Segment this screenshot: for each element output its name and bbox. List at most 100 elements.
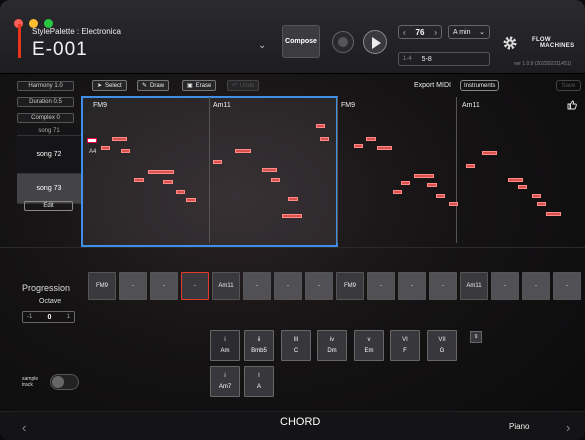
instrument-label: Piano bbox=[509, 422, 530, 431]
key-select[interactable]: A min ⌄ bbox=[448, 25, 490, 39]
midi-note[interactable] bbox=[316, 124, 325, 128]
progression-cell[interactable]: - bbox=[398, 272, 426, 300]
progression-cell[interactable]: - bbox=[522, 272, 550, 300]
midi-note[interactable] bbox=[518, 185, 527, 189]
harmony-param[interactable]: Harmony 1.0 bbox=[17, 81, 74, 91]
chord-degree: i bbox=[224, 373, 226, 379]
chord-pad-button[interactable]: i Am7 bbox=[210, 366, 240, 397]
midi-note[interactable] bbox=[101, 146, 110, 150]
midi-note[interactable] bbox=[366, 137, 376, 141]
chord-name: F bbox=[403, 348, 407, 354]
edit-button[interactable]: Edit bbox=[24, 201, 73, 211]
midi-note[interactable] bbox=[482, 151, 497, 155]
progression-cell[interactable]: - bbox=[429, 272, 457, 300]
chevron-left-icon[interactable]: ‹ bbox=[22, 420, 26, 435]
gear-icon[interactable] bbox=[502, 35, 518, 51]
chord-pad-button[interactable]: iv Dm bbox=[317, 330, 347, 361]
midi-note[interactable] bbox=[112, 137, 127, 141]
progression-cell[interactable]: - bbox=[181, 272, 209, 300]
midi-note[interactable] bbox=[466, 164, 475, 168]
pitch-label: A4 bbox=[89, 149, 97, 155]
style-palette-label: StylePalette : Electronica bbox=[32, 27, 121, 36]
select-tool-button[interactable]: ➤ Select bbox=[92, 80, 127, 91]
midi-note[interactable] bbox=[354, 144, 363, 148]
midi-note[interactable] bbox=[414, 174, 434, 178]
midi-note[interactable] bbox=[235, 149, 251, 153]
sample-track-toggle[interactable] bbox=[50, 374, 79, 390]
midi-note[interactable] bbox=[546, 212, 561, 216]
midi-note[interactable] bbox=[271, 178, 280, 182]
undo-button[interactable]: ↶ Undo bbox=[227, 80, 260, 91]
progression-cell[interactable]: FM9 bbox=[336, 272, 364, 300]
compose-button[interactable]: Compose bbox=[282, 25, 320, 58]
chord-degree: ii bbox=[257, 337, 261, 343]
duration-param[interactable]: Duration 0.5 bbox=[17, 97, 74, 107]
progression-cell[interactable]: - bbox=[491, 272, 519, 300]
midi-note[interactable] bbox=[532, 194, 541, 198]
trash-icon: ▣ bbox=[187, 83, 193, 89]
list-item[interactable]: song 72 bbox=[17, 136, 81, 174]
export-midi-button[interactable]: Export MIDI bbox=[414, 82, 451, 89]
chord-pad-button[interactable]: i Am bbox=[210, 330, 240, 361]
midi-note[interactable] bbox=[320, 137, 329, 141]
midi-note[interactable] bbox=[427, 183, 437, 187]
chord-pad-button[interactable]: ii Bmb5 bbox=[244, 330, 274, 361]
chord-pad-button[interactable]: v Em bbox=[354, 330, 384, 361]
bar-range-selector[interactable]: 1-4 5-8 bbox=[398, 52, 490, 66]
progression-cell[interactable]: - bbox=[305, 272, 333, 300]
record-button[interactable] bbox=[332, 31, 354, 53]
chevron-right-icon[interactable]: › bbox=[566, 420, 570, 435]
current-note-marker[interactable] bbox=[87, 138, 97, 143]
midi-note[interactable] bbox=[377, 146, 392, 150]
complex-param[interactable]: Complex 0 bbox=[17, 113, 74, 123]
progression-cell[interactable]: FM9 bbox=[88, 272, 116, 300]
progression-cell[interactable]: - bbox=[367, 272, 395, 300]
octave-plus[interactable]: 1 bbox=[67, 314, 70, 320]
midi-note[interactable] bbox=[262, 168, 277, 172]
midi-note[interactable] bbox=[121, 149, 130, 153]
progression-cell[interactable]: - bbox=[553, 272, 581, 300]
midi-note[interactable] bbox=[186, 198, 196, 202]
list-item[interactable]: song 73 bbox=[17, 174, 81, 204]
midi-note[interactable] bbox=[163, 180, 173, 184]
progression-cell[interactable]: - bbox=[150, 272, 178, 300]
chevron-down-icon[interactable]: ⌄ bbox=[258, 40, 266, 51]
midi-note[interactable] bbox=[508, 178, 523, 182]
erase-tool-button[interactable]: ▣ Erase bbox=[182, 80, 217, 91]
progression-cell[interactable]: - bbox=[119, 272, 147, 300]
midi-note[interactable] bbox=[176, 190, 185, 194]
draw-tool-button[interactable]: ✎ Draw bbox=[137, 80, 170, 91]
chord-pad-button[interactable]: VI F bbox=[390, 330, 420, 361]
progression-cell[interactable]: Am11 bbox=[212, 272, 240, 300]
midi-note[interactable] bbox=[134, 178, 144, 182]
thumbs-up-icon[interactable] bbox=[567, 100, 577, 110]
chord-pad-button[interactable]: VII G bbox=[427, 330, 457, 361]
midi-note[interactable] bbox=[449, 202, 458, 206]
octave-minus[interactable]: -1 bbox=[27, 314, 32, 320]
instruments-button[interactable]: Instruments bbox=[460, 80, 500, 91]
tempo-stepper[interactable]: ‹ 76 › bbox=[398, 25, 442, 39]
extension-9-button[interactable]: 9 bbox=[470, 331, 482, 343]
midi-note[interactable] bbox=[436, 194, 445, 198]
version-label: ver 1.0.9 (202202211451) bbox=[514, 61, 572, 67]
progression-cell[interactable]: - bbox=[274, 272, 302, 300]
chevron-left-icon[interactable]: ‹ bbox=[403, 28, 406, 37]
midi-note[interactable] bbox=[401, 181, 410, 185]
midi-note[interactable] bbox=[288, 197, 298, 201]
octave-stepper[interactable]: -1 0 1 bbox=[22, 311, 75, 323]
list-item[interactable]: song 71 bbox=[17, 126, 81, 136]
chord-name: Am bbox=[220, 348, 230, 354]
midi-note[interactable] bbox=[537, 202, 546, 206]
chevron-right-icon[interactable]: › bbox=[434, 28, 437, 37]
chord-pad-button[interactable]: I A bbox=[244, 366, 274, 397]
chord-pad-button[interactable]: III C bbox=[281, 330, 311, 361]
save-button[interactable]: Save bbox=[556, 80, 581, 91]
progression-cell[interactable]: Am11 bbox=[460, 272, 488, 300]
chord-name: C bbox=[293, 348, 299, 354]
midi-note[interactable] bbox=[393, 190, 402, 194]
midi-note[interactable] bbox=[148, 170, 174, 174]
midi-note[interactable] bbox=[213, 160, 222, 164]
progression-cell[interactable]: - bbox=[243, 272, 271, 300]
play-button[interactable] bbox=[363, 30, 387, 54]
midi-note[interactable] bbox=[282, 214, 302, 218]
